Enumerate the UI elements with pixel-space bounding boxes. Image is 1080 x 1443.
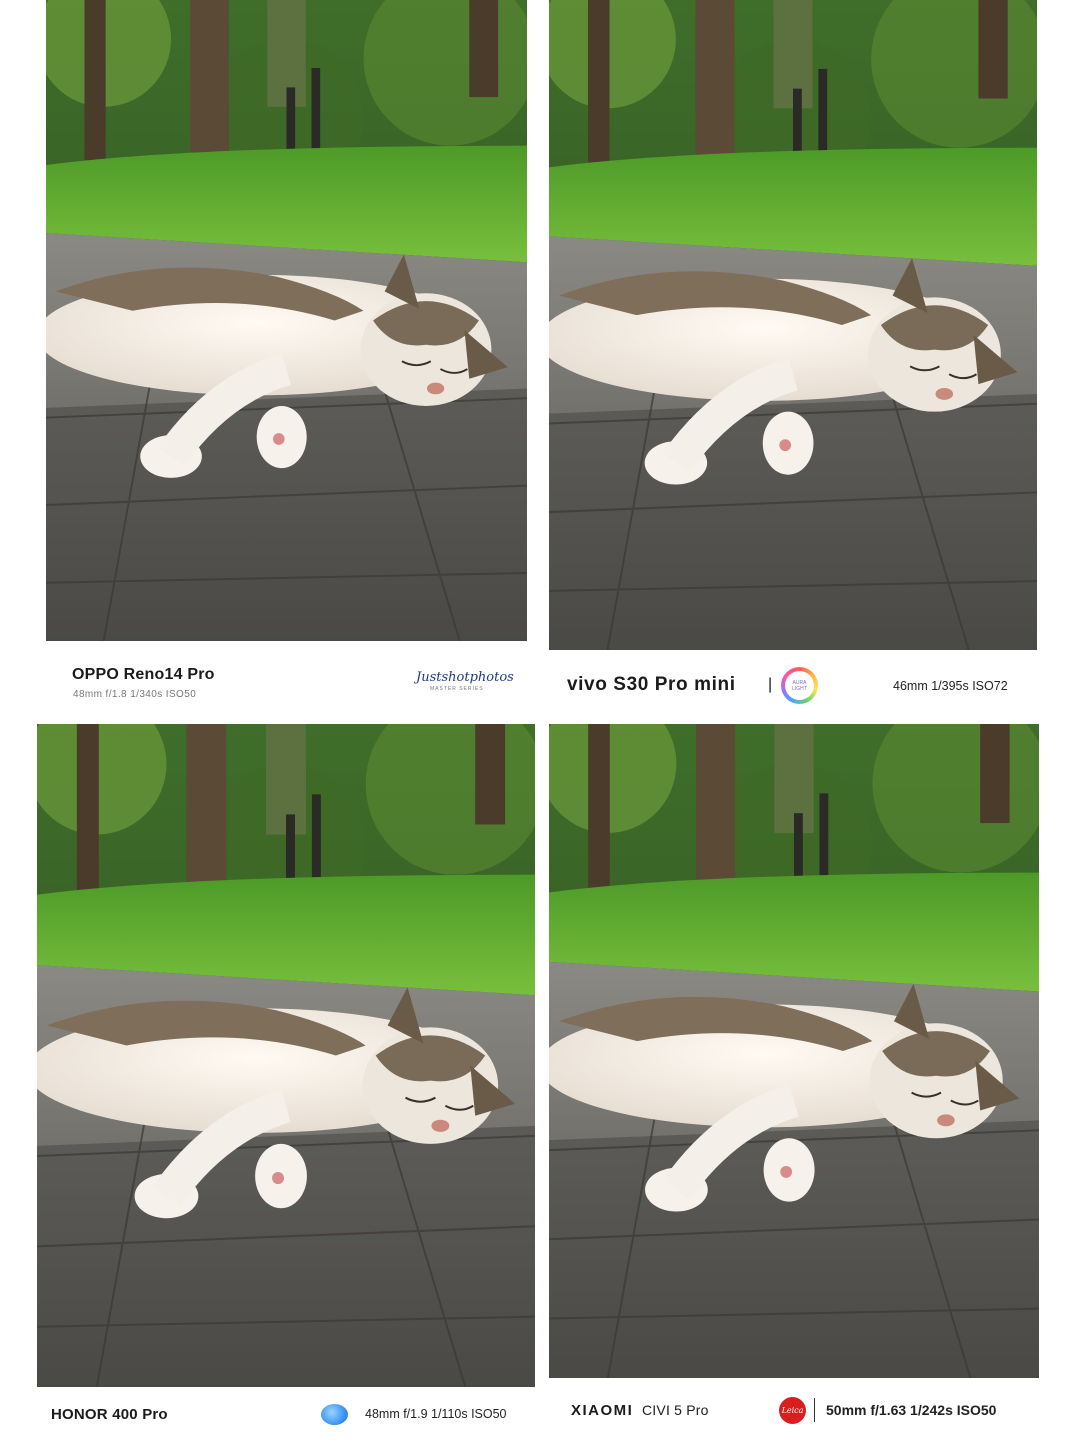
leica-red-dot-icon: Leica [779,1397,806,1424]
cat-photo-oppo-image [46,0,527,641]
honor-circle-logo-icon [321,1404,348,1425]
camera-model-label: vivo S30 Pro mini [567,674,736,695]
model-separator: | [768,676,773,693]
cat-photo-honor [37,724,535,1387]
aura-light-label: AURA LIGHT [792,679,807,692]
badge-separator [814,1398,815,1422]
cat-photo-vivo-image [549,0,1037,650]
exif-info: 46mm 1/395s ISO72 [893,679,1008,693]
exif-info: 50mm f/1.63 1/242s ISO50 [826,1402,997,1418]
exif-info: 48mm f/1.9 1/110s ISO50 [365,1407,507,1421]
leica-badge-text: Leica [781,1406,804,1415]
photographer-signature: Justshotphotos [416,670,514,685]
cat-photo-xiaomi-image [549,724,1039,1378]
camera-model-label: OPPO Reno14 Pro [72,666,215,683]
cat-photo-vivo [549,0,1037,650]
camera-model-label: HONOR 400 Pro [51,1406,168,1423]
exif-info: 48mm f/1.8 1/340s ISO50 [73,689,197,700]
aura-light-ring-icon: AURA LIGHT [781,667,818,704]
camera-model-label: CIVI 5 Pro [642,1402,709,1418]
brand-label: XIAOMI [571,1402,634,1419]
cat-photo-xiaomi [549,724,1039,1378]
signature-subtitle: MASTER SERIES [430,686,484,692]
cat-photo-honor-image [37,724,535,1387]
cat-photo-oppo [46,0,527,641]
